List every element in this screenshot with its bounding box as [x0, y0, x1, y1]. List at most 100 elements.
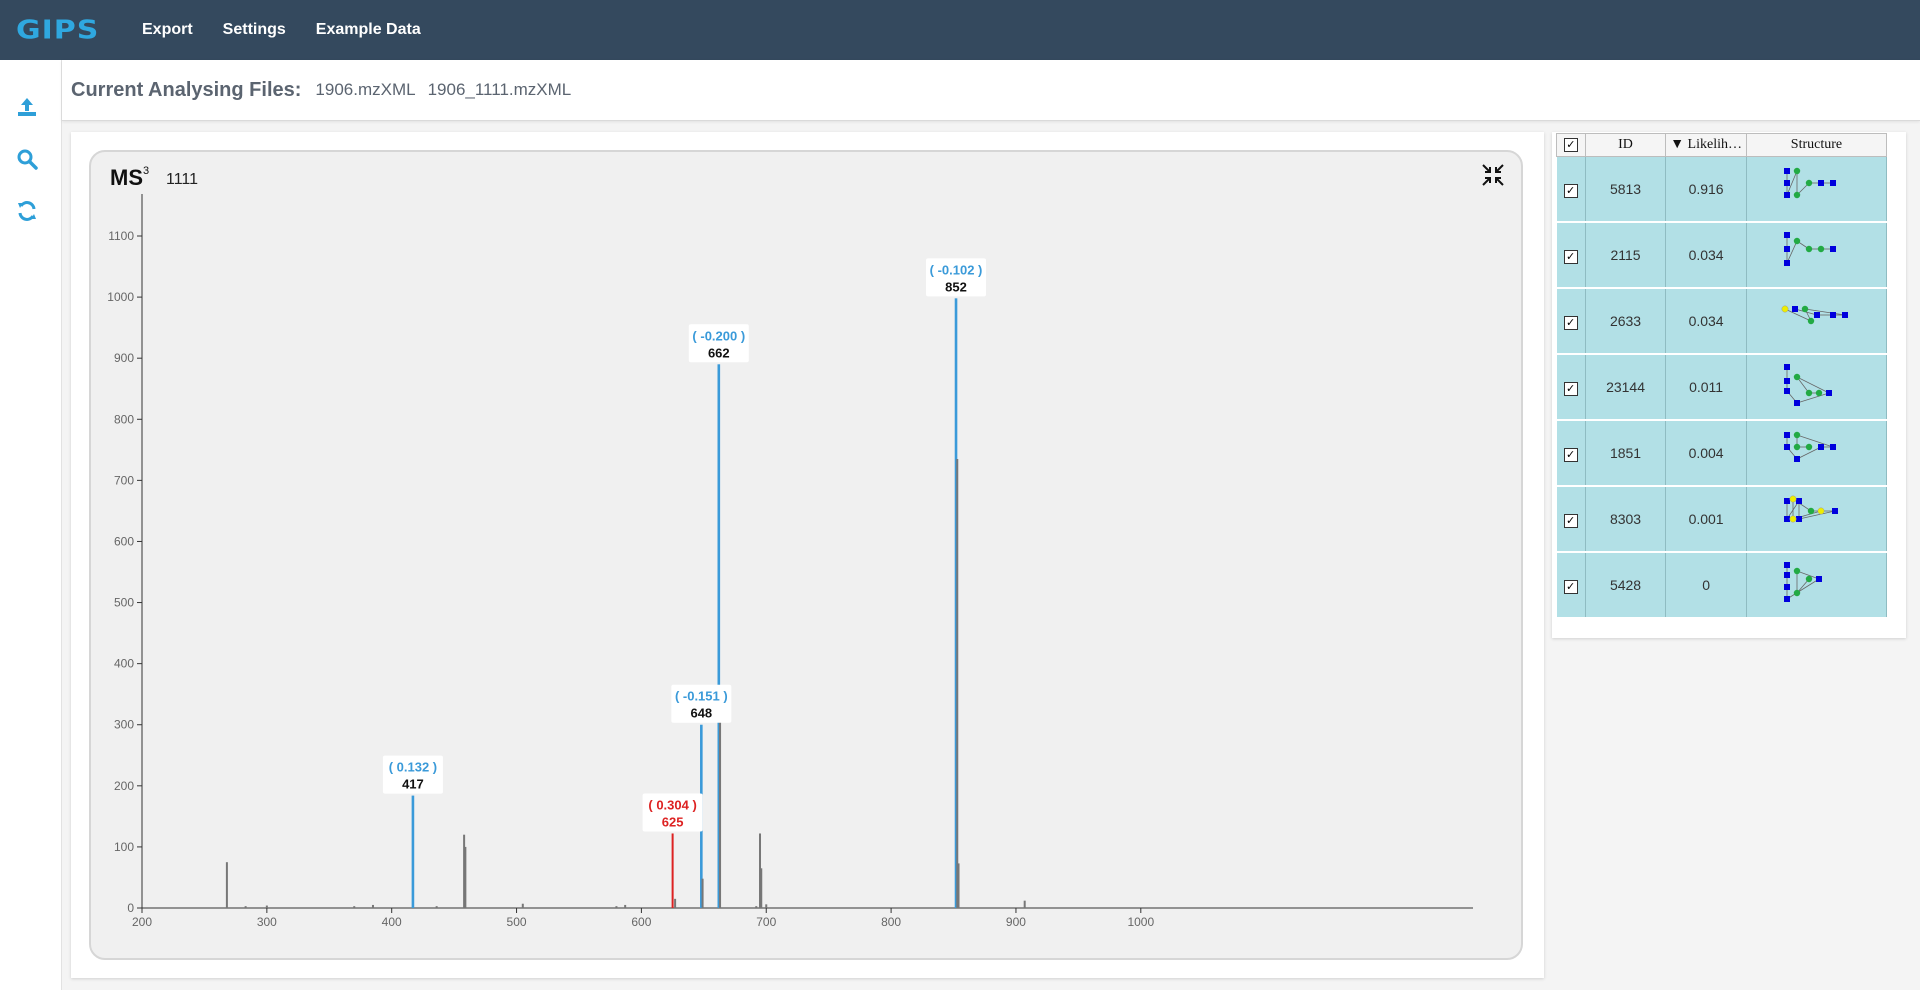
peak-error-label: ( 0.132 ) — [389, 760, 437, 775]
row-likelihood: 0.034 — [1665, 222, 1747, 289]
table-row[interactable]: ✓ 5813 0.916 — [1556, 156, 1888, 223]
x-tick-label: 200 — [132, 915, 152, 929]
row-checkbox-cell[interactable]: ✓ — [1556, 486, 1586, 553]
peak-mz-label: 648 — [690, 706, 712, 721]
row-checkbox-cell[interactable]: ✓ — [1556, 156, 1586, 223]
spectrum-chart: 0 100 200 300 400 500 600 700 800 900 1000 1100 200 3… — [107, 194, 1473, 929]
column-likelihood[interactable]: ▼ Likelih… — [1665, 133, 1747, 157]
glcnac-square — [1794, 455, 1801, 462]
glcnac-square — [1830, 311, 1837, 318]
y-tick-label: 1100 — [108, 229, 134, 243]
mannose-circle — [1808, 317, 1815, 324]
mannose-circle — [1806, 389, 1813, 396]
mannose-circle — [1806, 575, 1813, 582]
spectrum-peak — [435, 906, 438, 908]
glycan-link — [1797, 376, 1830, 393]
y-tick-label: 0 — [127, 901, 134, 915]
row-checkbox[interactable]: ✓ — [1563, 381, 1578, 396]
row-checkbox[interactable]: ✓ — [1563, 447, 1578, 462]
row-structure — [1746, 156, 1888, 223]
row-likelihood: 0.034 — [1665, 288, 1747, 355]
table-row[interactable]: ✓ 5428 0 — [1556, 552, 1888, 619]
row-id: 5428 — [1585, 552, 1667, 619]
row-structure — [1746, 552, 1888, 619]
spectrum-peak — [701, 878, 704, 908]
row-likelihood: 0.001 — [1665, 486, 1747, 553]
x-tick-label: 1000 — [1127, 915, 1154, 929]
mannose-circle — [1806, 443, 1813, 450]
row-id: 1851 — [1585, 420, 1667, 487]
glycan-link — [1805, 308, 1846, 315]
peak-error-label: ( -0.200 ) — [692, 328, 745, 343]
table-row[interactable]: ✓ 2115 0.034 — [1556, 222, 1888, 289]
spectrum-peak — [521, 903, 524, 908]
row-structure — [1746, 288, 1888, 355]
glcnac-square — [1830, 245, 1837, 252]
glcnac-square — [1792, 305, 1799, 312]
mannose-circle — [1794, 373, 1801, 380]
row-id: 23144 — [1585, 354, 1667, 421]
y-tick-label: 200 — [114, 779, 134, 793]
mannose-circle — [1794, 567, 1801, 574]
glycan-link — [1787, 578, 1820, 599]
row-checkbox[interactable]: ✓ — [1563, 579, 1578, 594]
y-tick-label: 300 — [114, 718, 134, 732]
spectrum-peak — [225, 862, 228, 908]
row-checkbox[interactable]: ✓ — [1563, 315, 1578, 330]
mannose-circle — [1808, 507, 1815, 514]
glcnac-square — [1842, 311, 1849, 318]
x-tick-label: 500 — [507, 915, 527, 929]
row-checkbox-cell[interactable]: ✓ — [1556, 354, 1586, 421]
mannose-circle — [1806, 245, 1813, 252]
row-checkbox-cell[interactable]: ✓ — [1556, 222, 1586, 289]
column-id[interactable]: ID — [1584, 133, 1667, 157]
spectrum-peak — [956, 458, 959, 908]
row-checkbox-cell[interactable]: ✓ — [1556, 420, 1586, 487]
row-likelihood: 0.011 — [1665, 354, 1747, 421]
glcnac-square — [1784, 583, 1791, 590]
table-row[interactable]: ✓ 2633 0.034 — [1556, 288, 1888, 355]
glycan-link — [1797, 392, 1830, 403]
y-tick-label: 700 — [114, 473, 134, 487]
row-id: 5813 — [1585, 156, 1667, 223]
glycan-structure-icon — [1784, 167, 1837, 198]
spectrum-peak — [1023, 900, 1026, 908]
spectrum-peak — [760, 868, 763, 908]
candidates-table: ✓ ID ▼ Likelih… Structure ✓ 5813 0.916 ✓ 211… — [1556, 133, 1888, 619]
glcnac-square — [1784, 231, 1791, 238]
spectrum-peak — [957, 863, 960, 908]
peak-error-label: ( -0.102 ) — [930, 262, 983, 277]
row-checkbox-cell[interactable]: ✓ — [1556, 288, 1586, 355]
peak-mz-label: 852 — [945, 279, 967, 294]
glycan-structure-icon — [1784, 431, 1837, 462]
row-structure — [1746, 222, 1888, 289]
table-row[interactable]: ✓ 23144 0.011 — [1556, 354, 1888, 421]
select-all-checkbox[interactable]: ✓ — [1563, 138, 1578, 152]
spectrum-peak — [265, 905, 268, 908]
y-tick-label: 800 — [114, 412, 134, 426]
spectrum-peak — [615, 906, 618, 908]
galactose-circle — [1790, 495, 1797, 502]
row-checkbox-cell[interactable]: ✓ — [1556, 552, 1586, 619]
column-structure[interactable]: Structure — [1745, 133, 1888, 157]
y-tick-label: 500 — [114, 596, 134, 610]
glcnac-square — [1826, 389, 1833, 396]
row-checkbox[interactable]: ✓ — [1563, 249, 1578, 264]
table-row[interactable]: ✓ 8303 0.001 — [1556, 486, 1888, 553]
row-likelihood: 0.004 — [1665, 420, 1747, 487]
glcnac-square — [1796, 497, 1803, 504]
x-tick-label: 900 — [1006, 915, 1026, 929]
table-row[interactable]: ✓ 1851 0.004 — [1556, 420, 1888, 487]
row-checkbox[interactable]: ✓ — [1563, 183, 1578, 198]
glcnac-square — [1814, 311, 1821, 318]
peak-mz-label: 417 — [402, 777, 424, 792]
mannose-circle — [1806, 179, 1813, 186]
select-all-header[interactable]: ✓ — [1556, 133, 1586, 157]
glcnac-square — [1784, 595, 1791, 602]
x-tick-label: 600 — [631, 915, 651, 929]
glcnac-square — [1784, 497, 1791, 504]
row-id: 8303 — [1585, 486, 1667, 553]
row-checkbox[interactable]: ✓ — [1563, 513, 1578, 528]
glcnac-square — [1784, 191, 1791, 198]
glcnac-square — [1784, 387, 1791, 394]
